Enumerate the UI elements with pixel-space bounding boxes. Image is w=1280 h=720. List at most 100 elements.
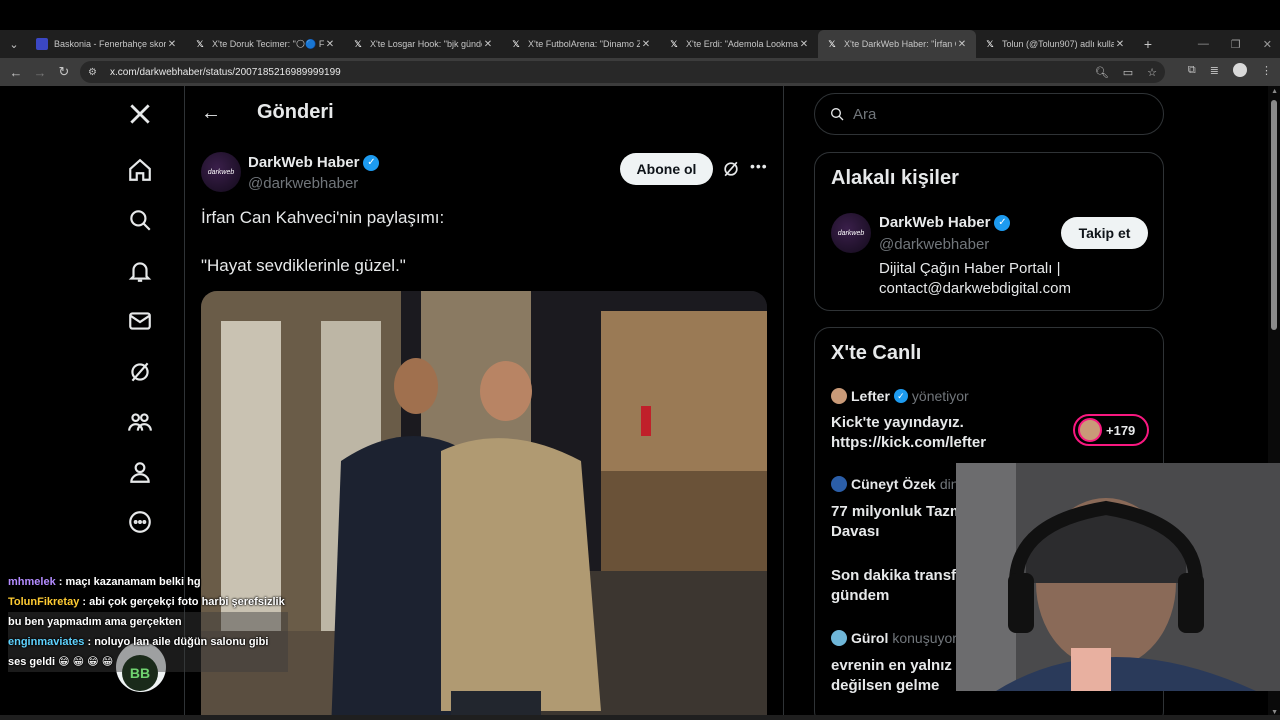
tab-title: X'te Losgar Hook: "bjk gündem — [370, 39, 482, 49]
address-bar[interactable]: ⚙ x.com/darkwebhaber/status/200718521698… — [80, 61, 1165, 83]
close-icon[interactable]: ✕ — [324, 39, 336, 50]
bookmark-star-icon[interactable]: ☆ — [1147, 66, 1157, 79]
back-nav-icon[interactable]: ← — [4, 65, 28, 80]
x-icon: 𝕏 — [986, 38, 994, 49]
x-live-title: X'te Canlı — [831, 342, 922, 364]
x-icon: 𝕏 — [828, 38, 836, 49]
sofascore-icon — [36, 38, 48, 50]
host-action: yönetiyor — [911, 388, 969, 404]
close-window-icon[interactable]: ✕ — [1263, 38, 1272, 51]
site-info-icon[interactable]: ⚙ — [88, 67, 104, 78]
follow-button[interactable]: Takip et — [1061, 217, 1148, 249]
window-controls: — ❐ ✕ — [1198, 30, 1272, 58]
browser-menu-icon[interactable]: ⋮ — [1261, 64, 1272, 77]
cast-icon[interactable]: ▭ — [1123, 66, 1133, 79]
notifications-bell-icon[interactable] — [124, 255, 156, 287]
related-name[interactable]: DarkWeb Haber ✓ — [879, 214, 1011, 231]
author-handle[interactable]: @darkwebhaber — [248, 175, 358, 192]
close-icon[interactable]: ✕ — [1114, 39, 1126, 50]
live-host-row[interactable]: Gürol konuşuyor — [831, 630, 957, 646]
back-arrow-icon[interactable]: ← — [201, 102, 221, 125]
grok-icon[interactable] — [721, 159, 741, 179]
search-input[interactable] — [853, 105, 1143, 123]
chat-text: : maçı kazanamam belki hg — [58, 576, 201, 588]
reload-icon[interactable]: ↻ — [52, 64, 76, 80]
tab-title: X'te DarkWeb Haber: "İrfan Can — [844, 39, 956, 49]
host-name: Gürol — [851, 630, 889, 646]
tab-title: X'te Doruk Tecimer: "🌕🔵 Fen — [212, 38, 324, 49]
forward-nav-icon[interactable]: → — [28, 65, 52, 80]
close-icon[interactable]: ✕ — [956, 39, 968, 50]
messages-envelope-icon[interactable] — [124, 305, 156, 337]
avatar-logo-text: darkweb — [837, 229, 865, 237]
related-people-title: Alakalı kişiler — [831, 167, 959, 189]
bottom-strip — [0, 715, 1280, 720]
post-header: ← Gönderi — [185, 86, 783, 142]
new-tab-icon[interactable]: + — [1134, 36, 1162, 52]
search-icon[interactable] — [124, 204, 156, 236]
tab-search-chevron-icon[interactable]: ⌄ — [0, 30, 28, 58]
browser-tab[interactable]: 𝕏 X'te Losgar Hook: "bjk gündem ✕ — [344, 30, 502, 58]
restore-icon[interactable]: ❐ — [1231, 38, 1241, 51]
live-host-row[interactable]: Lefter ✓ yönetiyor — [831, 388, 969, 404]
profile-avatar[interactable] — [1233, 63, 1247, 77]
author-name-text: DarkWeb Haber — [248, 154, 360, 171]
related-name-text: DarkWeb Haber — [879, 214, 991, 231]
x-icon: 𝕏 — [670, 38, 678, 49]
search-box[interactable] — [814, 93, 1164, 135]
chat-message: TolunFikretay : abi çok gerçekçi foto ha… — [8, 592, 288, 632]
browser-tab[interactable]: 𝕏 X'te FutbolArena: "Dinamo Zag ✕ — [502, 30, 660, 58]
scroll-up-arrow-icon[interactable]: ▲ — [1271, 88, 1278, 95]
tab-title: X'te Erdi: "Ademola Lookman — [686, 39, 798, 49]
author-name[interactable]: DarkWeb Haber ✓ — [248, 154, 380, 171]
top-black-strip — [0, 0, 1280, 30]
chat-username: TolunFikretay — [8, 596, 80, 608]
listener-count: +179 — [1106, 422, 1136, 438]
close-icon[interactable]: ✕ — [482, 39, 494, 50]
avatar-logo-text: darkweb — [207, 168, 235, 176]
live-host-row[interactable]: Cüneyt Özek din — [831, 476, 959, 492]
related-bio: Dijital Çağın Haber Portalı | contact@da… — [879, 260, 1071, 297]
host-avatar — [831, 630, 847, 646]
subscribe-button[interactable]: Abone ol — [620, 153, 713, 185]
more-circle-icon[interactable] — [124, 506, 156, 538]
browser-tab-active[interactable]: 𝕏 X'te DarkWeb Haber: "İrfan Can ✕ — [818, 30, 976, 58]
chat-message: mhmelek : maçı kazanamam belki hg — [8, 572, 288, 592]
profile-icon[interactable] — [124, 456, 156, 488]
browser-tab[interactable]: 𝕏 X'te Doruk Tecimer: "🌕🔵 Fen ✕ — [186, 30, 344, 58]
close-icon[interactable]: ✕ — [798, 39, 810, 50]
tab-title: X'te FutbolArena: "Dinamo Zag — [528, 39, 640, 49]
related-handle[interactable]: @darkwebhaber — [879, 236, 989, 253]
x-icon: 𝕏 — [196, 38, 204, 49]
author-avatar[interactable]: darkweb — [201, 152, 241, 192]
scrollbar-thumb[interactable] — [1271, 100, 1277, 330]
search-icon — [831, 108, 844, 121]
webcam-feed-image — [956, 463, 1280, 691]
host-name: Lefter — [851, 388, 890, 404]
browser-tab[interactable]: Baskonia - Fenerbahçe skorlar ✕ — [28, 30, 186, 58]
extensions-icon[interactable]: ⧉ — [1188, 64, 1196, 77]
close-icon[interactable]: ✕ — [640, 39, 652, 50]
minimize-icon[interactable]: — — [1198, 38, 1209, 50]
browser-tab-bar: ⌄ Baskonia - Fenerbahçe skorlar ✕ 𝕏 X'te… — [0, 30, 1280, 58]
browser-tab[interactable]: 𝕏 X'te Erdi: "Ademola Lookman ✕ — [660, 30, 818, 58]
listener-count-pill[interactable]: +179 — [1073, 414, 1149, 446]
more-options-icon[interactable]: ••• — [750, 158, 768, 174]
reading-list-icon[interactable]: ≣ — [1210, 64, 1219, 77]
verified-badge-icon: ✓ — [994, 214, 1011, 231]
url-text: x.com/darkwebhaber/status/20071852169899… — [110, 66, 341, 78]
communities-icon[interactable] — [124, 406, 156, 438]
close-icon[interactable]: ✕ — [166, 39, 178, 50]
grok-icon[interactable] — [124, 356, 156, 388]
zoom-icon[interactable]: 🔍︎ — [1095, 66, 1109, 79]
x-logo-icon[interactable] — [124, 98, 156, 130]
home-icon[interactable] — [124, 154, 156, 186]
x-icon: 𝕏 — [354, 38, 362, 49]
related-avatar[interactable]: darkweb — [831, 213, 871, 253]
host-action: konuşuyor — [892, 630, 957, 646]
x-icon: 𝕏 — [512, 38, 520, 49]
live-space-title[interactable]: Kick'te yayındayız. https://kick.com/lef… — [831, 413, 1071, 453]
browser-tab[interactable]: 𝕏 Tolun (@Tolun907) adlı kullanıcı ✕ — [976, 30, 1134, 58]
tab-title: Baskonia - Fenerbahçe skorlar — [54, 39, 166, 49]
browser-toolbar: ← → ↻ ⚙ x.com/darkwebhaber/status/200718… — [0, 58, 1280, 86]
